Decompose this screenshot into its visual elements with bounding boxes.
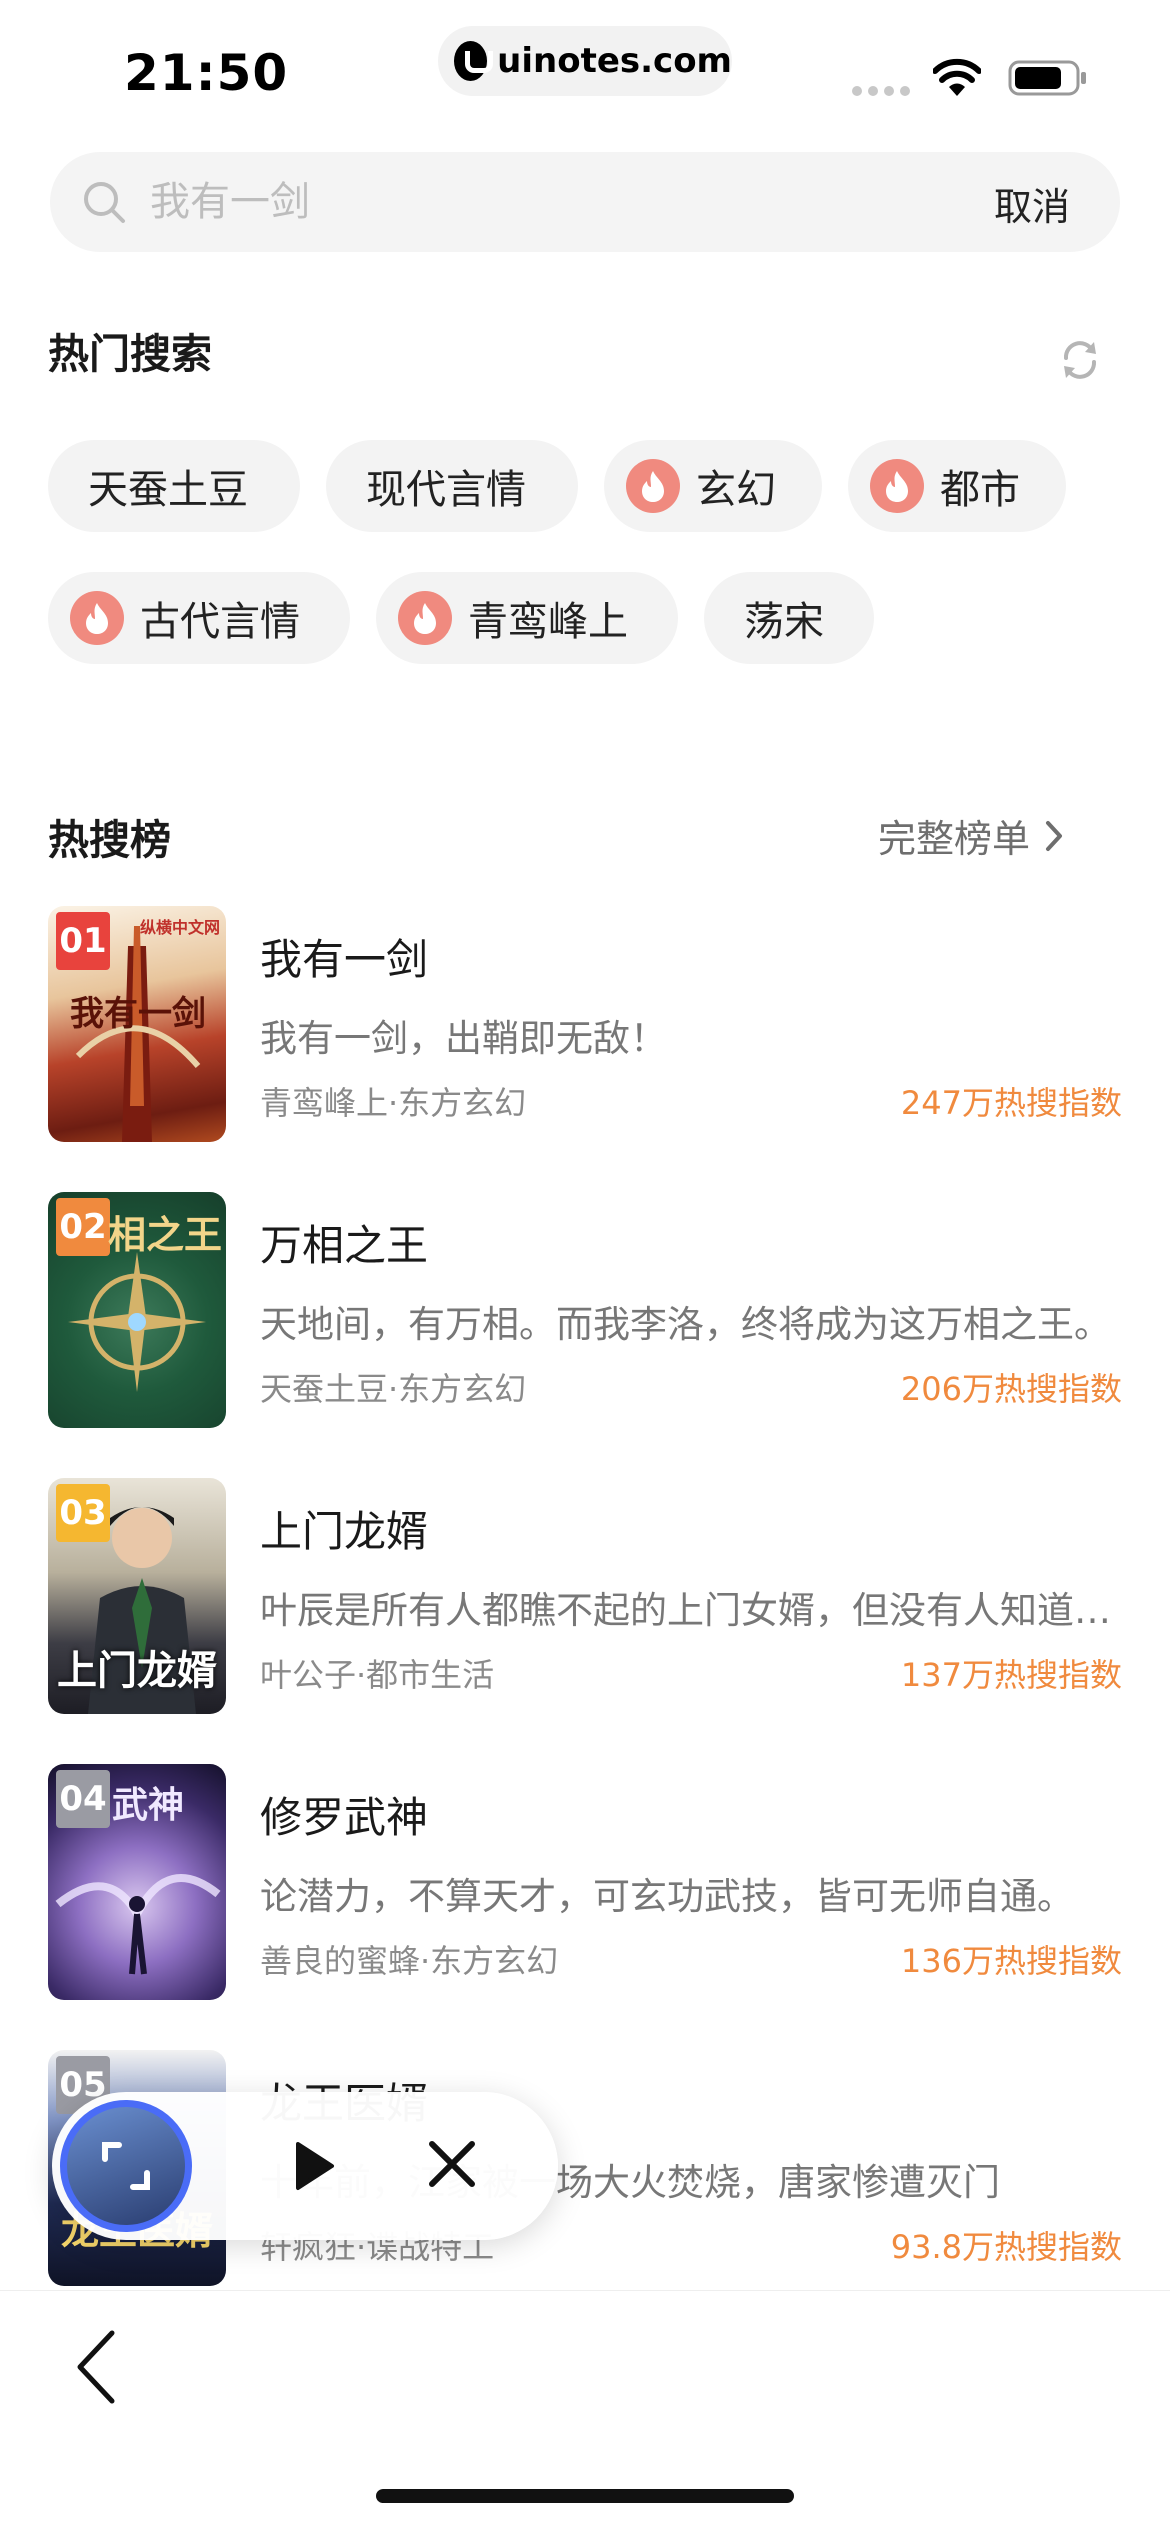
chip-label: 青鸾峰上 <box>468 599 628 645</box>
book-title: 万相之王 <box>260 1221 429 1270</box>
book-cover: 01 纵横中文网 我有一剑 <box>48 906 226 1142</box>
bottom-bar <box>0 2290 1170 2532</box>
search-bar: 取消 <box>50 152 1120 252</box>
fire-icon <box>626 459 680 513</box>
close-icon[interactable] <box>424 2136 480 2192</box>
book-heat: 247万热搜指数 <box>900 1084 1122 1122</box>
rank-badge: 01 <box>56 912 110 970</box>
book-desc: 天地间，有万相。而我李洛，终将成为这万相之王。 <box>260 1303 1111 1346</box>
rank-badge: 02 <box>56 1198 110 1256</box>
hot-search-chip[interactable]: 玄幻 <box>604 440 822 532</box>
hot-search-chip[interactable]: 都市 <box>848 440 1066 532</box>
hot-search-chip[interactable]: 天蚕土豆 <box>48 440 300 532</box>
hot-search-chip[interactable]: 现代言情 <box>326 440 578 532</box>
book-desc: 叶辰是所有人都瞧不起的上门女婿，但没有人知道他的真实身份 <box>260 1589 1122 1632</box>
book-heat: 137万热搜指数 <box>900 1656 1122 1694</box>
url-text: uinotes.com <box>497 41 732 81</box>
book-title: 上门龙婿 <box>260 1507 429 1556</box>
hot-list-title: 热搜榜 <box>48 816 171 864</box>
book-heat: 93.8万热搜指数 <box>890 2228 1122 2266</box>
publisher-logo: 纵横中文网 <box>139 918 220 937</box>
book-meta: 天蚕土豆·东方玄幻 <box>260 1370 527 1408</box>
cover-title: 上门龙婿 <box>57 1648 217 1694</box>
hot-search-title: 热门搜索 <box>48 330 212 378</box>
player-cover[interactable] <box>60 2100 192 2232</box>
chip-label: 玄幻 <box>696 467 776 513</box>
book-title: 我有一剑 <box>260 935 429 984</box>
chip-label: 天蚕土豆 <box>88 467 248 513</box>
battery-icon <box>1008 60 1086 96</box>
book-cover: 02 相之王 <box>48 1192 226 1428</box>
back-icon[interactable] <box>72 2327 120 2407</box>
chevron-right-icon <box>1046 820 1063 851</box>
refresh-icon[interactable] <box>1058 338 1102 382</box>
fire-icon <box>398 591 452 645</box>
book-cover: 03 上门龙婿 <box>48 1478 226 1714</box>
wifi-icon <box>933 58 981 96</box>
book-title: 修罗武神 <box>260 1793 429 1842</box>
chip-label: 都市 <box>940 467 1020 513</box>
chip-label: 古代言情 <box>140 599 300 645</box>
book-heat: 136万热搜指数 <box>900 1942 1122 1980</box>
fire-icon <box>70 591 124 645</box>
book-desc: 我有一剑，出鞘即无敌！ <box>260 1017 667 1060</box>
full-list-label: 完整榜单 <box>878 817 1031 861</box>
chip-label: 现代言情 <box>366 467 526 513</box>
book-desc: 论潜力，不算天才，可玄功武技，皆可无师自通。 <box>260 1875 1074 1918</box>
list-item[interactable]: 04 武神 修罗武神 论潜力，不算天才，可玄功武技，皆可无师自通。 善良的蜜蜂·… <box>48 1764 1122 2004</box>
list-item[interactable]: 01 纵横中文网 我有一剑 我有一剑 我有一剑，出鞘即无敌！ 青鸾峰上·东方玄幻… <box>48 906 1122 1146</box>
home-indicator <box>376 2489 794 2503</box>
book-meta: 叶公子·都市生活 <box>260 1656 495 1694</box>
book-meta: 善良的蜜蜂·东方玄幻 <box>260 1942 559 1980</box>
search-icon <box>84 182 125 223</box>
expand-icon <box>102 2142 150 2190</box>
list-item[interactable]: 02 相之王 万相之王 天地间，有万相。而我李洛，终将成为这万相之王。 天蚕土豆… <box>48 1192 1122 1432</box>
hot-search-chip[interactable]: 荡宋 <box>704 572 874 664</box>
book-heat: 206万热搜指数 <box>900 1370 1122 1408</box>
cover-title: 我有一剑 <box>70 994 206 1034</box>
book-meta: 青鸾峰上·东方玄幻 <box>260 1084 527 1122</box>
site-logo-icon <box>454 41 494 81</box>
book-cover: 04 武神 <box>48 1764 226 2000</box>
cover-title: 相之王 <box>108 1213 223 1257</box>
floating-audio-player <box>52 2092 558 2240</box>
list-item[interactable]: 03 上门龙婿 上门龙婿 叶辰是所有人都瞧不起的上门女婿，但没有人知道他的真实身… <box>48 1478 1122 1718</box>
cover-title: 武神 <box>112 1785 185 1826</box>
url-pill[interactable]: uinotes.com <box>438 26 732 96</box>
hot-search-chip[interactable]: 古代言情 <box>48 572 350 664</box>
hot-search-chip[interactable]: 青鸾峰上 <box>376 572 678 664</box>
cancel-button[interactable]: 取消 <box>994 176 1070 231</box>
fire-icon <box>870 459 924 513</box>
chip-label: 荡宋 <box>744 599 824 645</box>
status-bar: 21:50 uinotes.com <box>0 0 1170 140</box>
full-list-link[interactable]: 完整榜单 <box>878 808 1064 863</box>
rank-badge: 04 <box>56 1770 110 1828</box>
play-icon[interactable] <box>282 2136 342 2196</box>
status-time: 21:50 <box>124 44 289 102</box>
search-input[interactable] <box>150 170 910 234</box>
rank-badge: 03 <box>56 1484 110 1542</box>
signal-icon <box>852 86 910 96</box>
